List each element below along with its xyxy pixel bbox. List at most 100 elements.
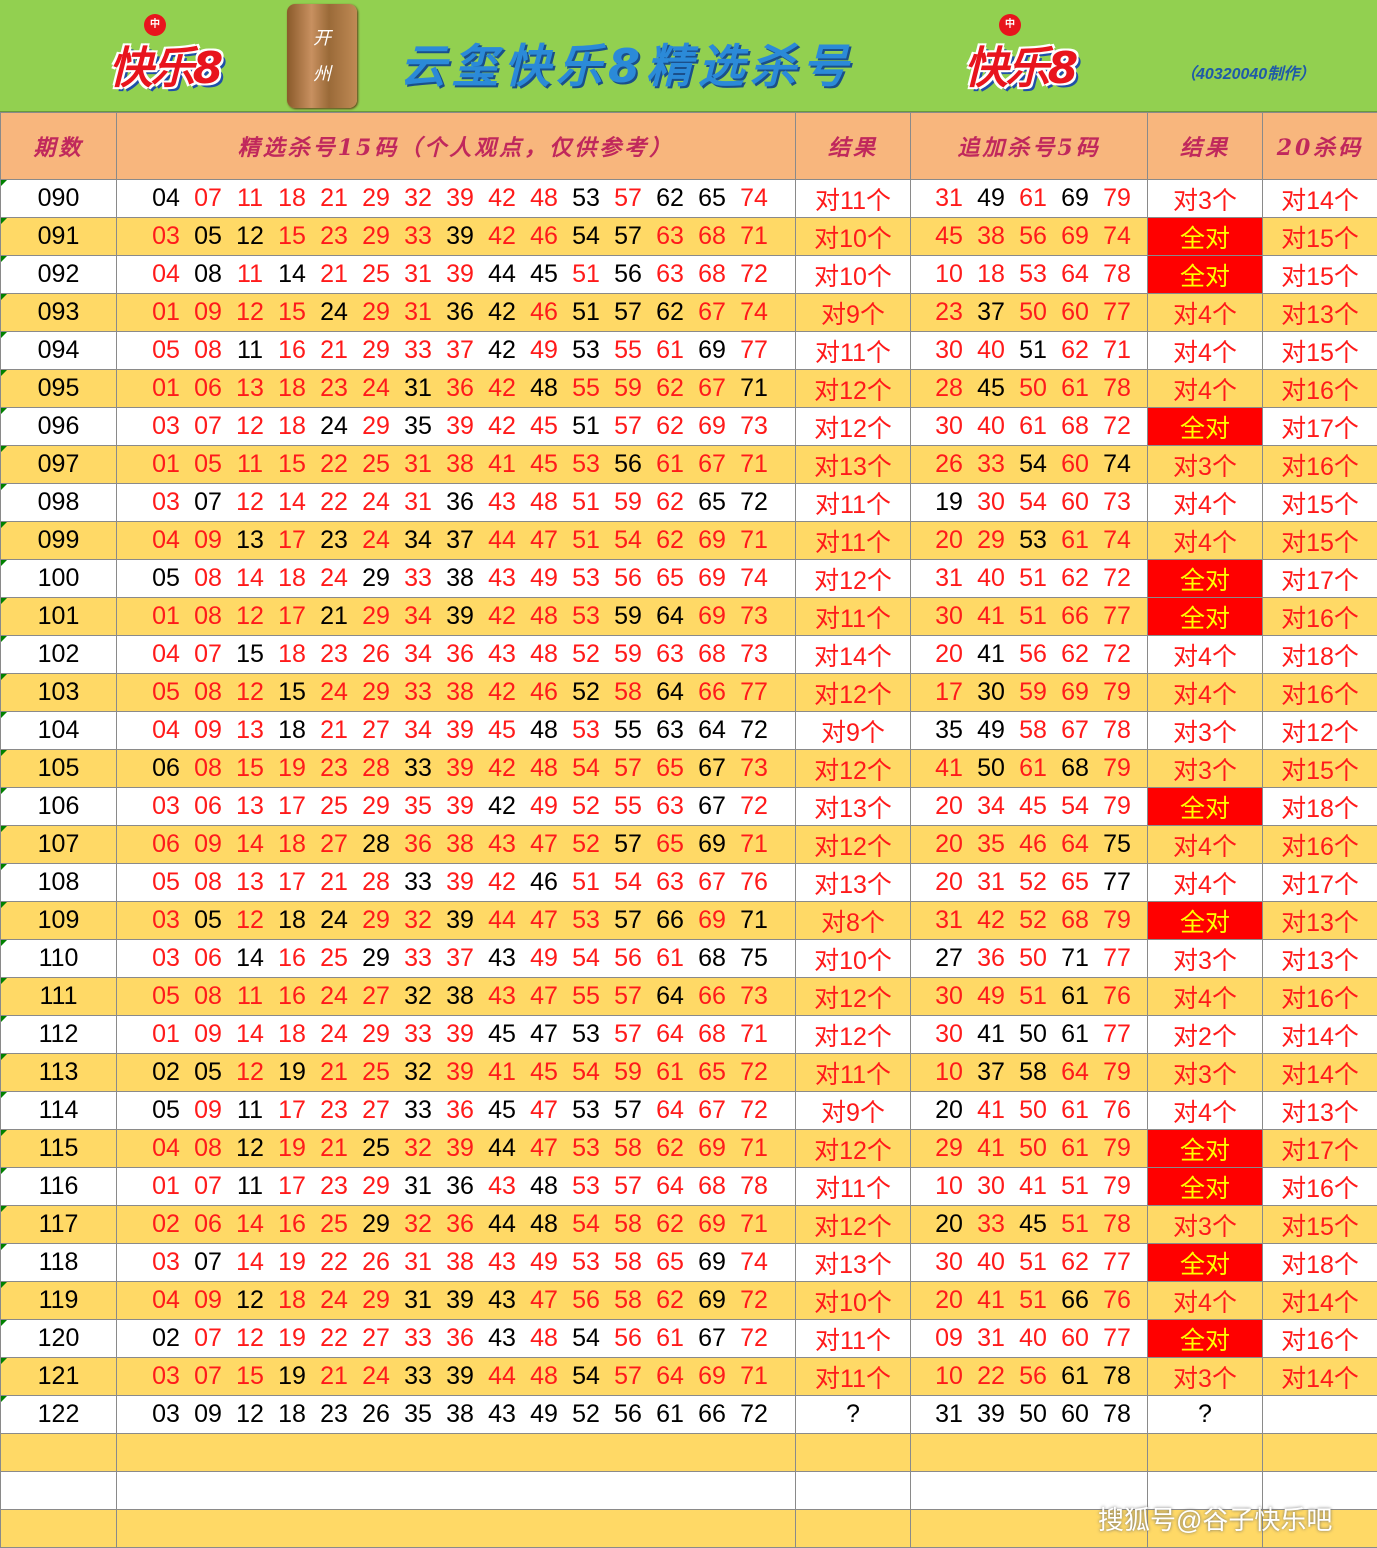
extra-kill-number: 56 bbox=[1012, 640, 1054, 669]
kill-number: 45 bbox=[481, 1096, 523, 1125]
kill-number: 73 bbox=[733, 982, 775, 1011]
period-cell: 120 bbox=[1, 1320, 117, 1358]
kill-number: 21 bbox=[313, 602, 355, 631]
extra-kill-number: 49 bbox=[970, 184, 1012, 213]
main-kill-cell: 010613182324313642485559626771 bbox=[117, 370, 796, 408]
kill-number: 18 bbox=[271, 640, 313, 669]
kill-number: 05 bbox=[145, 564, 187, 593]
kill-number: 03 bbox=[145, 906, 187, 935]
extra-kill-number: 30 bbox=[970, 488, 1012, 517]
table-row: 101010812172129343942485359646973对11个304… bbox=[1, 598, 1377, 636]
kill-number: 38 bbox=[439, 678, 481, 707]
kill-number: 57 bbox=[607, 1172, 649, 1201]
extra-kill-number: 61 bbox=[1012, 754, 1054, 783]
period-cell: 108 bbox=[1, 864, 117, 902]
kill-number: 57 bbox=[607, 754, 649, 783]
extra-kill-number: 56 bbox=[1012, 222, 1054, 251]
kill-number: 33 bbox=[397, 222, 439, 251]
kill-number: 13 bbox=[229, 792, 271, 821]
table-row: 115040812192125323944475358626971对12个294… bbox=[1, 1130, 1377, 1168]
kill-number: 29 bbox=[355, 602, 397, 631]
kill-number: 69 bbox=[691, 1362, 733, 1391]
kill-number: 64 bbox=[649, 678, 691, 707]
kill-number: 56 bbox=[607, 1400, 649, 1429]
main-kill-cell: 010914182429333945475357646871 bbox=[117, 1016, 796, 1054]
kill-number: 24 bbox=[355, 1362, 397, 1391]
empty-cell bbox=[796, 1510, 911, 1548]
main-kill-cell: 030614162529333743495456616875 bbox=[117, 940, 796, 978]
empty-cell bbox=[911, 1434, 1148, 1472]
kill-number: 72 bbox=[733, 792, 775, 821]
kill-number: 08 bbox=[187, 602, 229, 631]
kill-number: 08 bbox=[187, 260, 229, 289]
extra-kill-number: 61 bbox=[1054, 1020, 1096, 1049]
kill-number: 57 bbox=[607, 184, 649, 213]
kill-number: 12 bbox=[229, 1400, 271, 1429]
extra-kill-number: 51 bbox=[1054, 1210, 1096, 1239]
result-cell: 对13个 bbox=[796, 446, 911, 484]
kill-number: 08 bbox=[187, 1134, 229, 1163]
kill-number: 14 bbox=[229, 564, 271, 593]
kill-number: 56 bbox=[607, 944, 649, 973]
kill-number: 44 bbox=[481, 526, 523, 555]
kill-number: 51 bbox=[565, 526, 607, 555]
extra-kill-number: 50 bbox=[1012, 374, 1054, 403]
period-cell: 107 bbox=[1, 826, 117, 864]
total-cell: 对14个 bbox=[1263, 1282, 1377, 1320]
kill-number: 53 bbox=[565, 564, 607, 593]
kill-number: 15 bbox=[271, 450, 313, 479]
kill-number: 48 bbox=[523, 1362, 565, 1391]
kill-number: 67 bbox=[691, 792, 733, 821]
extra-kill-number: 51 bbox=[1012, 602, 1054, 631]
kill-number: 51 bbox=[565, 260, 607, 289]
extra-kill-number: 65 bbox=[1054, 868, 1096, 897]
kill-number: 49 bbox=[523, 336, 565, 365]
kill-number: 43 bbox=[481, 1400, 523, 1429]
kill-number: 27 bbox=[355, 982, 397, 1011]
extra-kill-number: 51 bbox=[1012, 1286, 1054, 1315]
kill-number: 67 bbox=[691, 374, 733, 403]
kill-number: 67 bbox=[691, 868, 733, 897]
extra-kill-number: 45 bbox=[1012, 1210, 1054, 1239]
kill-number: 29 bbox=[355, 678, 397, 707]
logo-text: 快乐8 bbox=[955, 32, 1085, 96]
result-cell: 对10个 bbox=[796, 256, 911, 294]
kill-number: 21 bbox=[313, 1134, 355, 1163]
kill-number: 51 bbox=[565, 868, 607, 897]
kill-number: 69 bbox=[691, 602, 733, 631]
kill-number: 68 bbox=[691, 640, 733, 669]
kill-number: 69 bbox=[691, 526, 733, 555]
kill-number: 62 bbox=[649, 298, 691, 327]
kill-number: 47 bbox=[523, 906, 565, 935]
kill-number: 71 bbox=[733, 1362, 775, 1391]
kill-number: 17 bbox=[271, 1172, 313, 1201]
kill-number: 53 bbox=[565, 602, 607, 631]
kill-number: 71 bbox=[733, 1134, 775, 1163]
kill-number: 48 bbox=[523, 716, 565, 745]
kill-number: 17 bbox=[271, 792, 313, 821]
period-cell: 115 bbox=[1, 1130, 117, 1168]
full-hit-badge: 全对 bbox=[1148, 598, 1263, 636]
kill-number: 13 bbox=[229, 526, 271, 555]
extra-kill-number: 28 bbox=[928, 374, 970, 403]
extra-kill-cell: 4538566974 bbox=[911, 218, 1148, 256]
kill-number: 69 bbox=[691, 1286, 733, 1315]
extra-kill-number: 61 bbox=[1054, 526, 1096, 555]
extra-kill-number: 78 bbox=[1096, 374, 1138, 403]
kill-number: 07 bbox=[187, 1324, 229, 1353]
kill-number: 02 bbox=[145, 1210, 187, 1239]
kill-number: 29 bbox=[355, 906, 397, 935]
kill-number: 65 bbox=[649, 830, 691, 859]
kill-number: 68 bbox=[691, 222, 733, 251]
total-cell: 对16个 bbox=[1263, 370, 1377, 408]
kill-number: 21 bbox=[313, 716, 355, 745]
extra-kill-cell: 3040516277 bbox=[911, 1244, 1148, 1282]
table-row: 106030613172529353942495255636772对13个203… bbox=[1, 788, 1377, 826]
kill-number: 24 bbox=[313, 564, 355, 593]
kill-number: 31 bbox=[397, 298, 439, 327]
kill-number: 11 bbox=[229, 336, 271, 365]
kill-number: 25 bbox=[313, 944, 355, 973]
result-cell: 对4个 bbox=[1148, 332, 1263, 370]
kill-number: 27 bbox=[355, 716, 397, 745]
extra-kill-number: 78 bbox=[1096, 260, 1138, 289]
